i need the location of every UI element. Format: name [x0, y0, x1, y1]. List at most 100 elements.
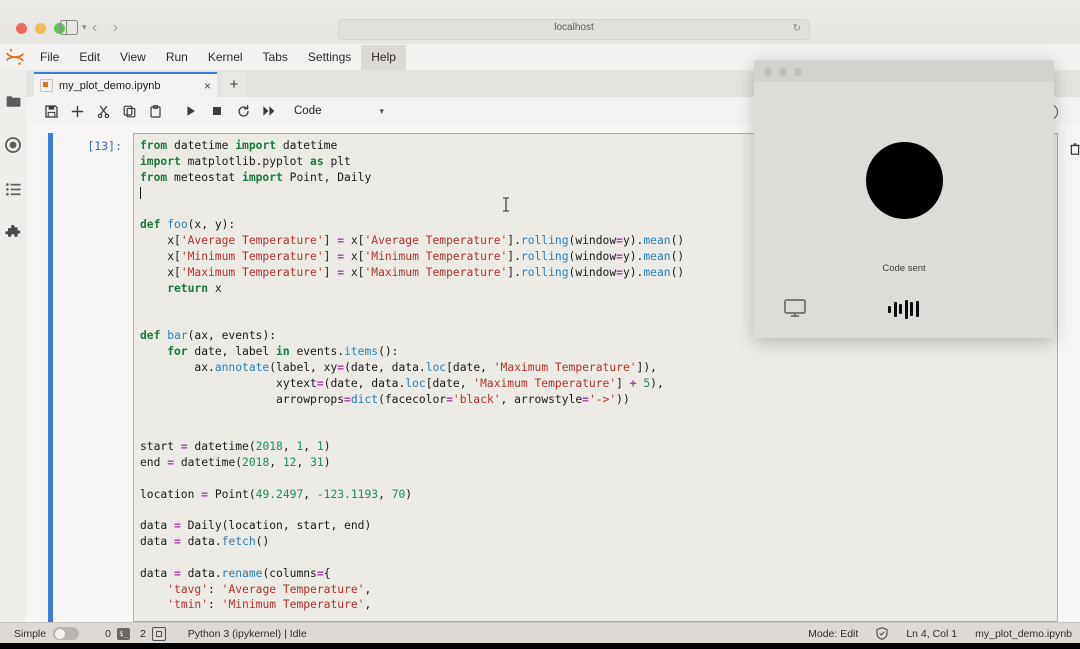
active-cell-indicator	[48, 133, 53, 622]
code-line: arrowprops=dict(facecolor='black', arrow…	[140, 392, 684, 408]
new-tab-button[interactable]: +	[222, 72, 246, 97]
extensions-puzzle-icon[interactable]	[0, 216, 26, 250]
code-line: from datetime import datetime	[140, 138, 684, 154]
terminals-indicator[interactable]: 0 $_	[105, 628, 130, 640]
code-content: from datetime import datetimeimport matp…	[140, 138, 684, 613]
kernels-indicator[interactable]: 2	[140, 627, 166, 641]
overlay-close-button[interactable]	[764, 68, 772, 76]
code-line: x['Minimum Temperature'] = x['Minimum Te…	[140, 249, 684, 265]
code-line: 'tavg': 'Average Temperature',	[140, 582, 684, 598]
overlay-minimize-button[interactable]	[779, 68, 787, 76]
code-line: data = Daily(location, start, end)	[140, 518, 684, 534]
menu-view[interactable]: View	[110, 45, 156, 70]
overlay-traffic-lights	[764, 68, 802, 76]
menu-help[interactable]: Help	[361, 45, 406, 70]
code-line	[140, 550, 684, 566]
overlay-zoom-button[interactable]	[794, 68, 802, 76]
menu-run[interactable]: Run	[156, 45, 198, 70]
run-cell-button[interactable]	[178, 99, 204, 123]
overlay-titlebar[interactable]	[754, 60, 1054, 82]
status-right-group: Mode: Edit Ln 4, Col 1 my_plot_demo.ipyn…	[808, 627, 1080, 640]
stop-kernel-button[interactable]	[204, 99, 230, 123]
code-line: def bar(ax, events):	[140, 328, 684, 344]
menu-edit[interactable]: Edit	[69, 45, 110, 70]
menu-tabs[interactable]: Tabs	[253, 45, 298, 70]
forward-button[interactable]: ›	[113, 19, 118, 36]
running-kernels-icon[interactable]	[0, 128, 26, 162]
browser-chrome: ▾ ‹ › localhost ↻	[0, 0, 1080, 45]
assistant-overlay-window[interactable]: Code sent	[754, 60, 1054, 338]
jupyterlab-browser-window: ▾ ‹ › localhost ↻ File Edit View Run Ker…	[0, 0, 1080, 649]
terminal-icon: $_	[117, 628, 130, 640]
notebook-file-icon	[40, 79, 53, 92]
address-bar[interactable]: localhost ↻	[338, 19, 810, 40]
code-line: ax.annotate(label, xy=(date, data.loc[da…	[140, 360, 684, 376]
code-line: from meteostat import Point, Daily	[140, 170, 684, 186]
code-line: start = datetime(2018, 1, 1)	[140, 439, 684, 455]
status-left-group: Simple 0 $_ 2 Python 3 (ipykernel) | Idl…	[0, 627, 307, 641]
code-line	[140, 407, 684, 423]
screen-share-icon[interactable]	[784, 299, 806, 317]
left-activity-bar	[0, 70, 27, 625]
kernel-chip-icon	[152, 627, 166, 641]
code-line: data = data.fetch()	[140, 534, 684, 550]
code-line: data = data.rename(columns={	[140, 566, 684, 582]
close-tab-icon[interactable]: ×	[204, 80, 211, 92]
code-line	[140, 502, 684, 518]
window-traffic-lights	[16, 23, 65, 34]
terminals-count: 0	[105, 628, 111, 640]
assistant-status-text: Code sent	[754, 263, 1054, 274]
code-line: for date, label in events.items():	[140, 344, 684, 360]
code-line	[140, 296, 684, 312]
code-line: x['Maximum Temperature'] = x['Maximum Te…	[140, 265, 684, 281]
code-line: location = Point(49.2497, -123.1193, 70)	[140, 487, 684, 503]
copy-cell-button[interactable]	[116, 99, 142, 123]
paste-cell-button[interactable]	[142, 99, 168, 123]
kernel-status[interactable]: Python 3 (ipykernel) | Idle	[188, 628, 307, 640]
sidebar-toggle-icon[interactable]: ▾	[60, 20, 87, 35]
menu-kernel[interactable]: Kernel	[198, 45, 253, 70]
cell-delete-icon[interactable]	[1070, 143, 1080, 158]
restart-kernel-button[interactable]	[230, 99, 256, 123]
close-window-button[interactable]	[16, 23, 27, 34]
back-button[interactable]: ‹	[92, 19, 97, 36]
simple-mode-toggle[interactable]: Simple	[14, 627, 79, 640]
restart-run-all-button[interactable]	[256, 99, 282, 123]
jupyter-logo-icon	[4, 46, 26, 68]
code-line: def foo(x, y):	[140, 217, 684, 233]
minimize-window-button[interactable]	[35, 23, 46, 34]
code-line: end = datetime(2018, 12, 31)	[140, 455, 684, 471]
sidebar-glyph	[60, 20, 78, 35]
cell-type-label: Code	[294, 105, 322, 117]
file-browser-icon[interactable]	[0, 84, 26, 118]
cell-prompt: [13]:	[74, 139, 122, 153]
insert-cell-button[interactable]	[64, 99, 90, 123]
text-cursor	[140, 187, 141, 199]
kernels-count: 2	[140, 628, 146, 640]
cell-type-dropdown[interactable]: Code ▾	[294, 101, 388, 121]
code-line: import matplotlib.pyplot as plt	[140, 154, 684, 170]
menu-settings[interactable]: Settings	[298, 45, 361, 70]
trusted-shield-icon[interactable]	[876, 627, 888, 640]
cut-cell-button[interactable]	[90, 99, 116, 123]
code-line	[140, 186, 684, 202]
status-filename: my_plot_demo.ipynb	[975, 628, 1072, 640]
chevron-down-icon: ▾	[82, 23, 87, 32]
menubar-items: File Edit View Run Kernel Tabs Settings …	[30, 44, 406, 70]
simple-mode-label: Simple	[14, 628, 46, 640]
simple-mode-switch[interactable]	[53, 627, 79, 640]
save-button[interactable]	[38, 99, 64, 123]
cursor-position[interactable]: Ln 4, Col 1	[906, 628, 957, 640]
mouse-ibeam-cursor	[502, 197, 510, 212]
code-line: xytext=(date, data.loc[date, 'Maximum Te…	[140, 376, 684, 392]
reload-icon[interactable]: ↻	[793, 23, 801, 34]
assistant-orb-icon[interactable]	[866, 142, 943, 219]
commands-list-icon[interactable]	[0, 172, 26, 206]
browser-nav-arrows: ‹ ›	[92, 19, 118, 36]
editor-mode: Mode: Edit	[808, 628, 858, 640]
menu-file[interactable]: File	[30, 45, 69, 70]
tab-my-plot-demo[interactable]: my_plot_demo.ipynb ×	[34, 72, 217, 97]
code-line	[140, 471, 684, 487]
code-line	[140, 423, 684, 439]
audio-waveform-icon[interactable]	[888, 298, 919, 320]
